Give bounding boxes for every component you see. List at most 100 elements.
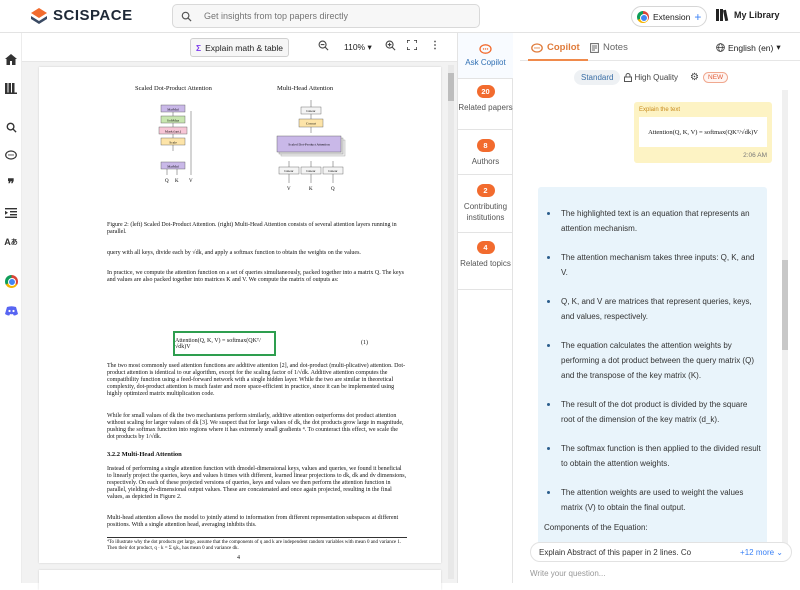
pdf-page: Scaled Dot-Product Attention Multi-Head …: [39, 67, 441, 563]
section-heading: 3.2.2 Multi-Head Attention: [107, 451, 182, 458]
related-papers-count: 20: [476, 85, 495, 98]
contributing-institutions-item[interactable]: 2 Contributing institutions: [458, 176, 513, 233]
discord-icon[interactable]: [4, 304, 18, 318]
related-topics-item[interactable]: 4 Related topics: [458, 234, 513, 290]
chat-bubble-icon: [479, 44, 492, 54]
box-linear-3: Linear: [328, 169, 338, 173]
explain-math-table-button[interactable]: Σ Explain math & table: [190, 38, 289, 57]
zoom-level: 110%: [344, 42, 366, 52]
zoom-select[interactable]: 110% ▾: [344, 42, 372, 53]
tab-notes-label: Notes: [603, 42, 628, 53]
page-number: 4: [237, 555, 240, 561]
user-message-time: 2:06 AM: [743, 152, 767, 159]
box-linear-2: Linear: [306, 169, 316, 173]
chat-icon[interactable]: [4, 148, 18, 162]
list-indent-icon[interactable]: [4, 206, 18, 220]
notes-icon: [590, 42, 599, 53]
chevron-down-icon: ▾: [776, 42, 781, 52]
mode-high-quality[interactable]: High Quality: [624, 73, 678, 82]
label-v: V: [189, 179, 193, 184]
extension-label: Extension: [653, 11, 691, 22]
extension-button[interactable]: Extension +: [631, 6, 708, 27]
zoom-in-icon[interactable]: [385, 40, 396, 54]
multi-head-attention-diagram: Linear Concat Scaled Dot-Product Attenti…: [276, 100, 346, 192]
mode-selector: Standard High Quality ⚙ NEW: [574, 69, 742, 86]
chrome-icon: [637, 10, 649, 23]
language-select[interactable]: English (en) ▾: [716, 42, 781, 53]
my-library-button[interactable]: My Library: [716, 9, 780, 21]
authors-label: Authors: [471, 157, 500, 166]
institutions-count: 2: [476, 184, 495, 197]
more-options-icon[interactable]: ⋮: [430, 40, 440, 51]
settings-gear-icon[interactable]: ⚙: [690, 72, 699, 83]
box-linear-top: Linear: [306, 109, 316, 113]
box-scale: Scale: [169, 141, 177, 145]
question-input[interactable]: Write your question...: [530, 569, 792, 583]
label-k2: K: [309, 187, 313, 192]
authors-item[interactable]: 8 Authors: [458, 131, 513, 175]
user-message-label: Explain the text: [639, 107, 681, 113]
zoom-out-icon[interactable]: [318, 40, 329, 54]
fig-right-title: Multi-Head Attention: [277, 85, 334, 92]
side-panel: Ask Copilot 20 Related papers 8 Authors …: [457, 33, 513, 583]
highlighted-equation[interactable]: Attention(Q, K, V) = softmax(QKᵀ/√dk)V: [173, 331, 276, 356]
viewer-scroll-thumb[interactable]: [448, 73, 454, 101]
pdf-viewer: Σ Explain math & table 110% ▾ ⋮ Scaled D…: [22, 33, 457, 590]
box-linear-1: Linear: [284, 169, 294, 173]
box-softmax: SoftMax: [167, 119, 180, 123]
left-rail: ❞ Aあ: [0, 33, 22, 583]
fullscreen-icon[interactable]: [406, 39, 418, 53]
more-suggestions-label: +12 more: [740, 548, 775, 557]
label-q2: Q: [331, 187, 335, 192]
box-concat: Concat: [306, 122, 316, 126]
copilot-scrollbar[interactable]: [782, 90, 788, 550]
answer-list: The highlighted text is an equation that…: [544, 206, 761, 529]
search-icon[interactable]: [4, 120, 18, 134]
search-icon: [181, 11, 192, 22]
paragraph-1: query with all keys, divide each by √dk,…: [107, 250, 361, 256]
scispace-logo[interactable]: SCISPACE: [31, 7, 133, 24]
plus-icon: +: [694, 9, 702, 24]
footnote: ⁴To illustrate why the dot products get …: [107, 537, 407, 552]
box-matmul-bottom: MatMul: [167, 165, 179, 169]
answer-point: The equation calculates the attention we…: [544, 338, 761, 383]
quote-icon[interactable]: ❞: [4, 177, 18, 192]
box-matmul-top: MatMul: [167, 108, 179, 112]
equation-text: Attention(Q, K, V) = softmax(QKᵀ/√dk)V: [175, 337, 261, 350]
mode-standard[interactable]: Standard: [574, 70, 621, 85]
answer-point: The highlighted text is an equation that…: [544, 206, 761, 236]
suggestion-chip[interactable]: Explain Abstract of this paper in 2 line…: [530, 542, 792, 562]
paragraph-2: In practice, we compute the attention fu…: [107, 270, 404, 283]
answer-point: Q, K, and V are matrices that represent …: [544, 294, 761, 324]
scaled-dot-product-diagram: MatMul SoftMax Mask (opt.) Scale MatMul …: [158, 104, 193, 184]
mode-hq-label: High Quality: [634, 73, 679, 82]
copilot-scroll-thumb[interactable]: [782, 260, 788, 350]
user-message: Explain the text Attention(Q, K, V) = so…: [634, 102, 772, 163]
copilot-tabs: Copilot Notes English (en) ▾: [520, 33, 800, 61]
authors-count: 8: [476, 139, 495, 152]
box-mask: Mask (opt.): [165, 130, 182, 134]
fig-left-title: Scaled Dot-Product Attention: [135, 85, 212, 92]
more-suggestions-link[interactable]: +12 more ⌄: [740, 548, 783, 557]
my-library-label: My Library: [734, 10, 780, 20]
translate-icon[interactable]: Aあ: [4, 235, 18, 249]
home-icon[interactable]: [4, 52, 18, 66]
library-icon[interactable]: [4, 81, 18, 95]
ask-copilot-tab[interactable]: Ask Copilot: [458, 33, 513, 79]
chrome-icon[interactable]: [4, 274, 18, 288]
explain-label: Explain math & table: [205, 42, 284, 53]
tab-copilot[interactable]: Copilot: [531, 42, 580, 53]
search-bar[interactable]: [172, 4, 480, 28]
scispace-logo-icon: [31, 7, 47, 24]
search-input[interactable]: [204, 11, 464, 21]
components-heading: Components of the Equation:: [544, 523, 648, 532]
tab-notes[interactable]: Notes: [590, 42, 628, 53]
user-message-equation: Attention(Q, K, V) = softmax(QKᵀ/√dk)V: [639, 117, 767, 147]
next-pdf-page: [39, 570, 441, 590]
viewer-scrollbar[interactable]: [448, 65, 454, 579]
related-papers-item[interactable]: 20 Related papers: [458, 80, 513, 130]
label-k: K: [175, 179, 179, 184]
topics-label: Related topics: [460, 259, 511, 268]
equation-number: (1): [361, 340, 368, 346]
library-icon: [716, 9, 729, 21]
